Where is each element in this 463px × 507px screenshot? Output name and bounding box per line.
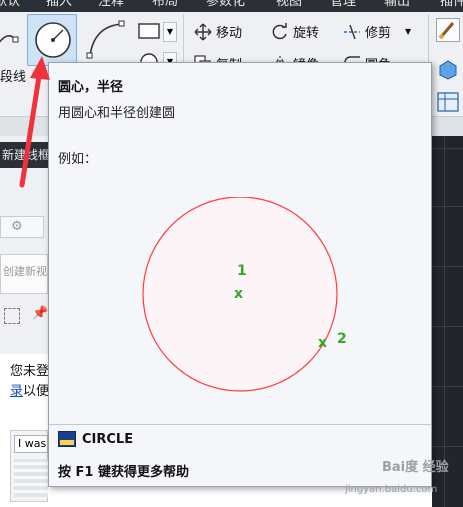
grid-line [432,266,463,267]
tooltip-help: 按 F1 键获得更多帮助 [58,465,189,480]
grid-line [432,386,463,387]
grid-line [432,326,463,327]
tooltip-description: 用圆心和半径创建圆 [58,106,176,121]
trim-button[interactable]: 修剪 ▼ [343,22,411,41]
grid-line [432,446,463,447]
table-icon[interactable] [437,92,459,112]
login-link[interactable]: 录 [10,384,23,399]
center-marker: x [234,286,243,302]
tab-layout[interactable]: 布局 [152,0,178,10]
tab-annotate[interactable]: 注释 [98,0,124,10]
input-box: I was [10,430,48,502]
tab-view[interactable]: 视图 [276,0,302,10]
login-message: 您未登 [10,364,50,379]
feedback-input[interactable]: I was [14,435,48,453]
trim-icon [344,24,360,39]
tab-plugins[interactable]: 插件 [440,0,463,10]
drawing-area[interactable] [432,136,463,507]
circle-example-illustration: 1 x x 2 [142,197,347,392]
radius-marker: x [318,335,327,351]
tab-manage[interactable]: 管理 [330,0,356,10]
tab-default[interactable]: 默认 [0,0,20,10]
tab-insert[interactable]: 插入 [46,0,72,10]
polyline-label[interactable]: 段线 [0,66,26,85]
rotate-icon [272,22,287,39]
brush-icon [438,22,455,40]
point2-label: 2 [337,331,347,347]
move-button[interactable]: 移动 [194,22,242,41]
tooltip-separator [49,424,431,425]
brush-button[interactable] [436,18,460,42]
circle-button[interactable] [27,14,77,66]
tooltip-example-label: 例如： [58,152,98,167]
login-line2: 录以便 [10,380,49,399]
create-view-button[interactable]: 创建新视 [0,254,48,294]
grid-line [432,206,463,207]
tab-parametric[interactable]: 参数化 [206,0,245,10]
login-panel: 您未登 录以便 I was [0,354,50,507]
keyboard-icon [14,459,48,497]
file-tab[interactable]: 新建线框 [0,142,48,168]
gear-icon: ⚙ [11,219,23,234]
selection-icon[interactable] [4,308,20,324]
rectangle-dropdown[interactable]: ▼ [163,22,177,42]
tab-output[interactable]: 输出 [384,0,410,10]
rotate-label: 旋转 [293,26,320,41]
trim-dropdown-icon[interactable]: ▼ [405,27,411,36]
tooltip-command: CIRCLE [58,431,133,447]
ribbon-tab-bar: 默认 插入 注释 布局 参数化 视图 管理 输出 插件 [0,0,463,12]
move-label: 移动 [216,26,243,41]
grid-line [432,148,463,149]
command-name: CIRCLE [82,431,134,447]
rotate-button[interactable]: 旋转 [271,22,319,41]
circle-icon [35,22,71,58]
point1-label: 1 [237,263,247,279]
block-icon[interactable] [437,58,459,80]
login-rest: 以便 [23,384,50,399]
create-view-label: 创建新视 [3,265,47,278]
rectangle-icon[interactable] [137,22,161,40]
tooltip-title: 圆心，半径 [58,80,124,95]
grid-line [444,136,445,507]
pin-icon[interactable]: 📌 [32,306,48,321]
watermark-url: jingyan.baidu.com [345,484,438,495]
gear-dropdown[interactable]: ⚙ [0,216,44,238]
arc-icon[interactable] [84,18,128,62]
circle-tooltip: 圆心，半径 用圆心和半径创建圆 例如： 1 x x 2 CIRCLE 按 F1 … [48,62,432,487]
command-line-icon [58,431,76,447]
move-icon [194,23,212,40]
chevron-down-icon: ▼ [166,27,174,36]
trim-label: 修剪 [365,26,392,41]
left-pane: ⚙ 创建新视 📌 您未登 录以便 I was [0,136,50,507]
polyline-icon[interactable] [0,28,20,52]
watermark-logo: Bai度 经验 [382,460,449,475]
